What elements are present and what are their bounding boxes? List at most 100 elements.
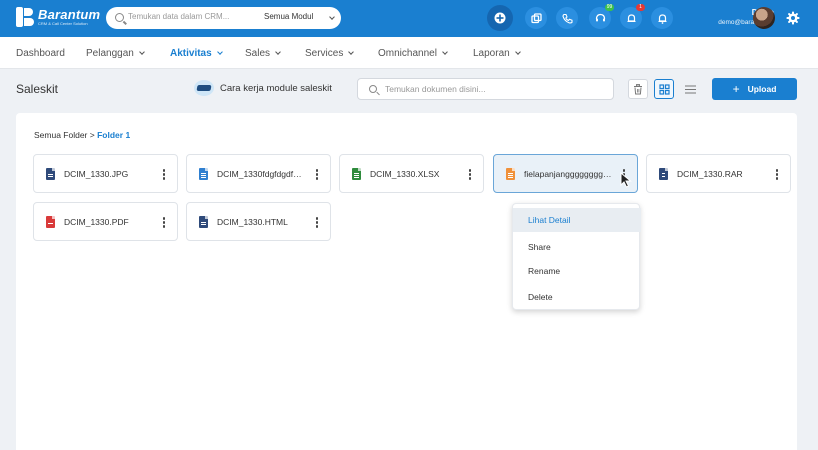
image-file-icon	[46, 168, 55, 180]
grid-icon	[658, 83, 670, 95]
more-options-icon[interactable]	[315, 217, 319, 228]
file-card[interactable]: DCIM_1330.HTML	[186, 202, 331, 241]
bell-icon	[658, 13, 666, 24]
phone-icon	[561, 13, 573, 24]
breadcrumb-root[interactable]: Semua Folder	[34, 130, 87, 140]
trash-icon	[634, 83, 642, 94]
file-card[interactable]: DCIM_1330.XLSX	[339, 154, 484, 193]
file-name: DCIM_1330.RAR	[677, 169, 743, 179]
top-bar: Barantum CRM & Call Center Solution Temu…	[0, 0, 818, 37]
file-card[interactable]: DCIM_1330.JPG	[33, 154, 178, 193]
alerts-button[interactable]: 1	[620, 4, 645, 29]
copy-icon	[530, 12, 542, 23]
file-name: DCIM_1330fdgfdgdfgdfg.DOC	[217, 169, 303, 179]
breadcrumb-current: Folder 1	[97, 130, 131, 140]
nav-aktivitas[interactable]: Aktivitas	[170, 48, 223, 59]
nav-services[interactable]: Services	[305, 48, 355, 59]
chat-button[interactable]: 99	[589, 4, 614, 29]
nav-pelanggan[interactable]: Pelanggan	[86, 48, 145, 59]
file-name: DCIM_1330.PDF	[64, 217, 129, 227]
doc-file-icon	[199, 168, 208, 180]
more-options-icon[interactable]	[162, 217, 166, 228]
rar-file-icon	[659, 168, 668, 180]
bell-icon	[627, 13, 635, 22]
file-card[interactable]: DCIM_1330.RAR	[646, 154, 791, 193]
chevron-down-icon	[275, 49, 281, 55]
file-name: DCIM_1330.JPG	[64, 169, 129, 179]
page-title: Saleskit	[16, 82, 59, 96]
nav-label: Aktivitas	[170, 48, 212, 59]
plus-icon	[494, 12, 506, 24]
chevron-down-icon	[442, 49, 448, 55]
more-options-icon[interactable]	[315, 169, 319, 180]
nav-label: Sales	[245, 48, 271, 59]
nav-label: Dashboard	[16, 48, 65, 59]
more-options-icon[interactable]	[162, 169, 166, 180]
logo-title: Barantum	[38, 6, 101, 22]
xlsx-file-icon	[352, 168, 361, 180]
notifications-button[interactable]	[651, 7, 673, 29]
nav-sales[interactable]: Sales	[245, 48, 281, 59]
search-icon	[115, 13, 124, 22]
file-name: DCIM_1330.HTML	[217, 217, 288, 227]
menu-item-rename[interactable]: Rename	[513, 259, 641, 283]
nav-label: Omnichannel	[378, 48, 437, 59]
more-options-icon[interactable]	[468, 169, 472, 180]
copy-button[interactable]	[525, 7, 547, 29]
main-nav: Dashboard Pelanggan Aktivitas Sales Serv…	[0, 37, 818, 69]
headset-icon	[595, 13, 605, 21]
more-options-icon[interactable]	[775, 169, 779, 180]
nav-laporan[interactable]: Laporan	[473, 48, 521, 59]
chevron-down-icon	[138, 49, 145, 55]
mouse-cursor-icon	[620, 172, 632, 188]
file-name: fielapanjanggggggggg.PPT	[524, 169, 614, 179]
nav-omnichannel[interactable]: Omnichannel	[378, 48, 448, 59]
menu-item-lihat-detail[interactable]: Lihat Detail	[513, 208, 641, 232]
global-search-input[interactable]: Temukan data dalam CRM...	[128, 12, 229, 21]
chevron-down-icon	[348, 49, 355, 55]
settings-button[interactable]	[786, 11, 800, 30]
howto-link[interactable]: Cara kerja module saleskit	[194, 80, 332, 96]
file-card[interactable]: fielapanjanggggggggg.PPT	[493, 154, 638, 193]
gear-icon	[786, 11, 800, 25]
file-name: DCIM_1330.XLSX	[370, 169, 440, 179]
menu-item-share[interactable]: Share	[513, 235, 641, 259]
delete-button[interactable]	[628, 79, 648, 99]
plus-icon: +	[732, 82, 740, 96]
chevron-down-icon	[514, 49, 521, 55]
list-view-button[interactable]	[680, 79, 700, 99]
menu-item-delete[interactable]: Delete	[513, 285, 641, 309]
nav-dashboard[interactable]: Dashboard	[16, 48, 65, 59]
nav-label: Laporan	[473, 48, 510, 59]
avatar[interactable]	[753, 7, 775, 29]
chevron-down-icon[interactable]	[329, 14, 335, 20]
breadcrumb: Semua Folder > Folder 1	[34, 130, 130, 140]
file-card[interactable]: DCIM_1330fdgfdgdfgdfg.DOC	[186, 154, 331, 193]
add-button[interactable]	[487, 5, 513, 31]
pdf-file-icon	[46, 216, 55, 228]
module-select[interactable]: Semua Modul	[264, 12, 313, 21]
list-icon	[684, 85, 696, 93]
html-file-icon	[199, 216, 208, 228]
search-icon	[369, 85, 377, 93]
file-context-menu: Lihat Detail Share Rename Delete	[512, 203, 641, 310]
logo-subtitle: CRM & Call Center Solution	[38, 20, 88, 26]
grid-view-button[interactable]	[654, 79, 674, 99]
logo-icon	[16, 7, 34, 27]
document-search-input[interactable]	[385, 82, 605, 96]
upload-label: Upload	[747, 84, 777, 94]
global-search[interactable]: Temukan data dalam CRM... Semua Modul	[106, 7, 341, 29]
upload-button[interactable]: + Upload	[712, 78, 797, 100]
graduation-cap-icon	[194, 80, 214, 96]
file-card[interactable]: DCIM_1330.PDF	[33, 202, 178, 241]
chat-badge: 99	[605, 4, 614, 11]
document-search[interactable]	[357, 78, 614, 100]
chevron-down-icon	[216, 49, 223, 55]
breadcrumb-separator: >	[89, 130, 95, 140]
call-button[interactable]	[556, 7, 578, 29]
nav-label: Pelanggan	[86, 48, 134, 59]
ppt-file-icon	[506, 168, 515, 180]
nav-label: Services	[305, 48, 344, 59]
barantum-logo[interactable]: Barantum CRM & Call Center Solution	[16, 7, 100, 27]
alerts-badge: 1	[636, 4, 645, 11]
